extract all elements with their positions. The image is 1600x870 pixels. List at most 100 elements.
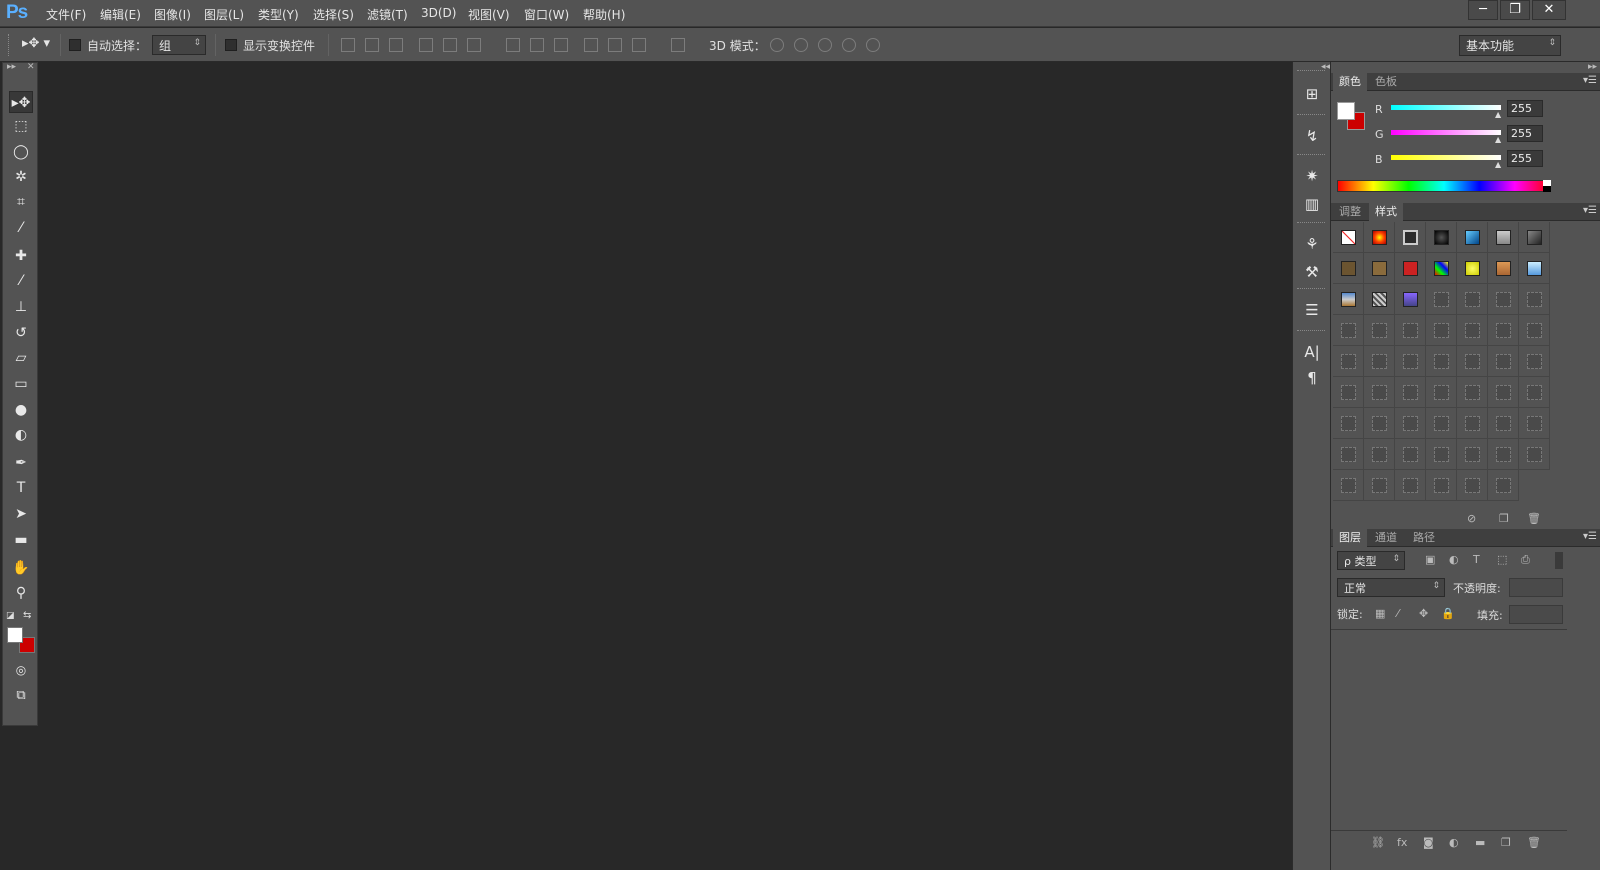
scale-3d-icon[interactable] [866, 38, 880, 52]
pan-3d-icon[interactable] [818, 38, 832, 52]
link-layers-icon[interactable]: ⛓ [1371, 836, 1385, 849]
menu-item-5[interactable]: 选择(S) [313, 6, 354, 23]
style-swatch[interactable] [1395, 439, 1426, 470]
close-tools-icon[interactable]: ✕ [27, 62, 35, 72]
opacity-input[interactable] [1509, 578, 1563, 597]
gradient-tool-icon[interactable]: ▭ [9, 373, 33, 395]
rectangle-tool-icon[interactable]: ▬ [9, 529, 33, 551]
filter-adjustment-icon[interactable]: ◐ [1449, 553, 1459, 566]
distribute-hcenter-icon[interactable] [608, 38, 622, 52]
style-swatch[interactable] [1519, 253, 1550, 284]
style-swatch[interactable] [1426, 346, 1457, 377]
character-icon[interactable]: A| [1302, 342, 1322, 362]
lasso-tool-icon[interactable]: ◯ [9, 141, 33, 163]
color-spectrum-bar[interactable] [1337, 180, 1551, 192]
dodge-tool-icon[interactable]: ◐ [9, 424, 33, 446]
style-swatch[interactable] [1457, 222, 1488, 253]
magic-wand-tool-icon[interactable]: ✲ [9, 166, 33, 188]
channel-value-input[interactable]: 255 [1507, 125, 1543, 142]
spectrum-black-chip[interactable] [1543, 186, 1551, 192]
style-swatch[interactable] [1364, 253, 1395, 284]
style-swatch[interactable] [1333, 377, 1364, 408]
properties-icon[interactable]: ✷ [1302, 166, 1322, 186]
menu-item-1[interactable]: 编辑(E) [100, 6, 141, 23]
style-swatch[interactable] [1488, 439, 1519, 470]
distribute-left-icon[interactable] [584, 38, 598, 52]
menu-item-6[interactable]: 滤镜(T) [367, 6, 408, 23]
new-style-icon[interactable]: ❐ [1499, 512, 1509, 525]
style-swatch[interactable] [1457, 470, 1488, 501]
quick-mask-icon[interactable]: ◎ [9, 659, 33, 681]
style-swatch[interactable] [1333, 315, 1364, 346]
adjust-icon[interactable]: ☰ [1302, 300, 1322, 320]
style-swatch[interactable] [1364, 408, 1395, 439]
lock-all-icon[interactable]: 🔒 [1441, 607, 1455, 620]
add-mask-icon[interactable]: ◙ [1423, 836, 1434, 849]
style-swatch[interactable] [1488, 377, 1519, 408]
style-swatch[interactable] [1426, 222, 1457, 253]
style-swatch[interactable] [1364, 222, 1395, 253]
eraser-tool-icon[interactable]: ▱ [9, 347, 33, 369]
history-icon[interactable]: ⊞ [1302, 84, 1322, 104]
style-swatch[interactable] [1364, 470, 1395, 501]
style-swatch[interactable] [1333, 346, 1364, 377]
style-swatch[interactable] [1426, 408, 1457, 439]
panel-menu-icon[interactable]: ▾☰ [1583, 75, 1597, 86]
menu-item-4[interactable]: 类型(Y) [258, 6, 299, 23]
style-swatch[interactable] [1457, 315, 1488, 346]
screen-mode-icon[interactable]: ⧉ [9, 685, 33, 707]
new-layer-icon[interactable]: ❐ [1501, 836, 1511, 849]
distribute-bottom-icon[interactable] [554, 38, 568, 52]
style-swatch[interactable] [1488, 284, 1519, 315]
style-swatch[interactable] [1333, 222, 1364, 253]
close-button[interactable]: ✕ [1532, 0, 1566, 20]
filter-shape-icon[interactable]: ⬚ [1497, 553, 1507, 566]
default-colors-icon[interactable]: ◪ [6, 611, 15, 621]
brush-tool-icon[interactable]: ⁄ [9, 270, 33, 292]
marquee-tool-icon[interactable]: ⬚ [9, 115, 33, 137]
style-swatch[interactable] [1488, 470, 1519, 501]
channel-value-input[interactable]: 255 [1507, 100, 1543, 117]
swap-colors-icon[interactable]: ⇆ [23, 610, 31, 621]
channel-slider[interactable] [1391, 155, 1501, 160]
style-swatch[interactable] [1457, 284, 1488, 315]
style-swatch[interactable] [1519, 377, 1550, 408]
menu-item-10[interactable]: 帮助(H) [583, 6, 625, 23]
distribute-top-icon[interactable] [506, 38, 520, 52]
menu-item-3[interactable]: 图层(L) [204, 6, 244, 23]
style-swatch[interactable] [1333, 284, 1364, 315]
restore-button[interactable]: ❐ [1500, 0, 1530, 20]
slider-thumb-icon[interactable]: ▲ [1495, 160, 1501, 169]
style-swatch[interactable] [1333, 439, 1364, 470]
foreground-color-swatch[interactable] [7, 627, 23, 643]
delete-layer-icon[interactable]: 🗑 [1527, 836, 1541, 849]
style-swatch[interactable] [1488, 408, 1519, 439]
menu-item-2[interactable]: 图像(I) [154, 6, 191, 23]
align-bottom-icon[interactable] [389, 38, 403, 52]
hand-tool-icon[interactable]: ✋ [9, 557, 33, 579]
align-top-icon[interactable] [341, 38, 355, 52]
roll-3d-icon[interactable] [794, 38, 808, 52]
new-group-icon[interactable]: ▬ [1475, 836, 1485, 849]
history-brush-tool-icon[interactable]: ↺ [9, 322, 33, 344]
style-swatch[interactable] [1395, 470, 1426, 501]
tab-color[interactable]: 颜色 [1333, 73, 1367, 91]
style-swatch[interactable] [1519, 346, 1550, 377]
style-swatch[interactable] [1457, 346, 1488, 377]
auto-align-icon[interactable] [671, 38, 685, 52]
style-swatch[interactable] [1426, 377, 1457, 408]
style-swatch[interactable] [1364, 346, 1395, 377]
style-swatch[interactable] [1395, 222, 1426, 253]
info-icon[interactable]: ▥ [1302, 194, 1322, 214]
style-swatch[interactable] [1519, 439, 1550, 470]
filter-toggle[interactable] [1555, 552, 1563, 569]
style-swatch[interactable] [1333, 470, 1364, 501]
lock-image-icon[interactable]: ⁄ [1397, 607, 1399, 620]
collapse-panels-icon[interactable]: ▸▸ [1588, 62, 1597, 72]
style-swatch[interactable] [1333, 408, 1364, 439]
distribute-right-icon[interactable] [632, 38, 646, 52]
style-swatch[interactable] [1364, 439, 1395, 470]
panel-menu-icon[interactable]: ▾☰ [1583, 205, 1597, 216]
style-swatch[interactable] [1426, 284, 1457, 315]
slide-3d-icon[interactable] [842, 38, 856, 52]
